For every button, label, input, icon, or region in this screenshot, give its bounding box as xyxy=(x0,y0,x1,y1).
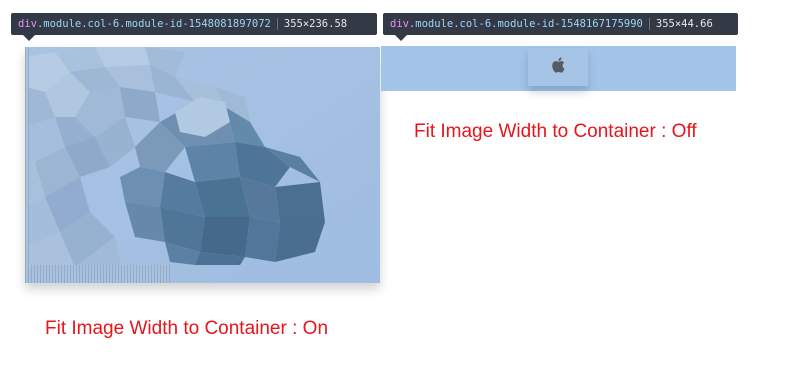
tooltip-tag-name: div xyxy=(18,18,37,30)
tooltip-separator xyxy=(276,18,278,30)
tooltip-dimensions: 355×44.66 xyxy=(655,18,713,30)
tooltip-class-list: .module.col-6.module-id-1548167175990 xyxy=(408,18,643,30)
tooltip-tag-name: div xyxy=(390,18,409,30)
polygon-mosaic-image xyxy=(25,47,380,283)
tooltip-separator xyxy=(648,18,650,30)
caption-fit-on: Fit Image Width to Container : On xyxy=(45,318,329,339)
element-inspector-tooltip-right: div .module.col-6.module-id-1548167175990… xyxy=(383,13,738,41)
apple-logo-icon xyxy=(551,56,565,78)
module-image-fit-off[interactable] xyxy=(381,46,736,91)
tooltip-class-list: .module.col-6.module-id-1548081897072 xyxy=(36,18,271,30)
module-image-fit-on[interactable] xyxy=(25,47,380,283)
image-thumbnail xyxy=(528,48,588,86)
element-inspector-tooltip-left: div .module.col-6.module-id-1548081897072… xyxy=(11,13,377,41)
caption-fit-off: Fit Image Width to Container : Off xyxy=(414,121,697,142)
tooltip-dimensions: 355×236.58 xyxy=(283,18,348,30)
